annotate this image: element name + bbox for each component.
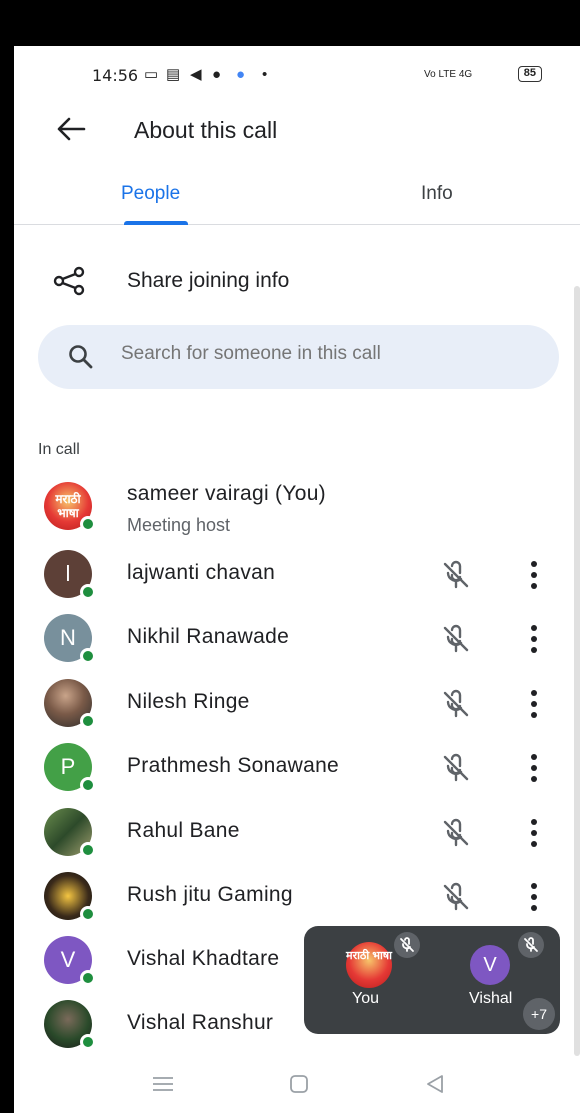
online-indicator (80, 713, 96, 729)
share-icon (53, 266, 85, 296)
app-bar: About this call (14, 104, 580, 154)
participant-row[interactable]: N Nikhil Ranawade (14, 606, 580, 670)
floating-video-panel[interactable]: मराठी भाषा You V Vishal +7 (304, 926, 560, 1034)
participant-name: Nikhil Ranawade (127, 625, 290, 648)
more-options-icon[interactable] (521, 622, 547, 656)
participant-row[interactable]: मराठी भाषा sameer vairagi (You) Meeting … (14, 474, 580, 538)
online-indicator (80, 584, 96, 600)
tile-avatar-vishal: V (470, 945, 510, 985)
more-options-icon[interactable] (521, 816, 547, 850)
status-bar: 14:56 ▭ ▤ ◀ ● ● • Vo LTE 4G 85 (14, 46, 580, 96)
tile-label-you: You (352, 990, 379, 1007)
tile-mic-off-icon (518, 932, 544, 958)
search-bar[interactable] (38, 325, 559, 389)
back-nav-icon[interactable] (420, 1072, 450, 1096)
participant-row[interactable]: l lajwanti chavan (14, 542, 580, 606)
share-joining-info-label: Share joining info (127, 269, 290, 292)
participant-role: Meeting host (127, 515, 231, 535)
online-indicator (80, 970, 96, 986)
participant-name: lajwanti chavan (127, 561, 276, 584)
tab-people[interactable]: People (121, 183, 180, 205)
section-label-in-call: In call (38, 441, 80, 458)
telegram-icon: ◀ (190, 66, 202, 83)
back-arrow-icon[interactable] (54, 114, 88, 144)
battery-indicator: 85 (517, 66, 542, 82)
online-indicator (80, 648, 96, 664)
mic-off-icon[interactable] (441, 624, 471, 654)
more-options-icon[interactable] (521, 880, 547, 914)
mic-off-icon[interactable] (441, 818, 471, 848)
page-title: About this call (134, 117, 278, 143)
tab-bar: People Info (14, 171, 580, 225)
participant-row[interactable]: Rush jitu Gaming (14, 864, 580, 928)
online-indicator (80, 906, 96, 922)
tile-label-vishal: Vishal (469, 990, 513, 1007)
search-input[interactable] (121, 343, 541, 365)
system-nav-bar (14, 1056, 580, 1113)
network-indicator: Vo LTE 4G (424, 69, 473, 80)
call-details-screen: 14:56 ▭ ▤ ◀ ● ● • Vo LTE 4G 85 About thi… (14, 46, 580, 1113)
home-icon[interactable] (284, 1072, 314, 1096)
online-indicator (80, 516, 96, 532)
more-options-icon[interactable] (521, 751, 547, 785)
participant-name: Rush jitu Gaming (127, 883, 293, 906)
participant-row[interactable]: Nilesh Ringe (14, 671, 580, 735)
participant-name: Vishal Ranshur (127, 1011, 274, 1034)
mic-off-icon[interactable] (441, 753, 471, 783)
participant-name: Vishal Khadtare (127, 947, 280, 970)
recents-icon[interactable] (148, 1072, 178, 1096)
whatsapp-icon: ● (212, 66, 222, 83)
more-participants-badge[interactable]: +7 (523, 998, 555, 1030)
mic-off-icon[interactable] (441, 560, 471, 590)
tile-mic-off-icon (394, 932, 420, 958)
news-icon: ▤ (166, 66, 181, 83)
search-icon (69, 345, 93, 369)
more-notifications-icon: • (262, 66, 268, 83)
share-joining-info-button[interactable]: Share joining info (14, 258, 580, 304)
mic-off-icon[interactable] (441, 689, 471, 719)
participant-name: Prathmesh Sonawane (127, 754, 340, 777)
more-options-icon[interactable] (521, 558, 547, 592)
participant-row[interactable]: Rahul Bane (14, 800, 580, 864)
cast-icon: ▭ (144, 66, 159, 83)
tile-avatar-you: मराठी भाषा (346, 942, 392, 988)
participant-name: sameer vairagi (You) (127, 482, 326, 505)
app-icon: ● (236, 66, 246, 83)
online-indicator (80, 842, 96, 858)
participant-name: Rahul Bane (127, 819, 240, 842)
more-options-icon[interactable] (521, 687, 547, 721)
online-indicator (80, 1034, 96, 1050)
active-tab-indicator (124, 221, 188, 225)
participant-name: Nilesh Ringe (127, 690, 250, 713)
participant-row[interactable]: P Prathmesh Sonawane (14, 735, 580, 799)
mic-off-icon[interactable] (441, 882, 471, 912)
status-time: 14:56 (92, 66, 139, 85)
online-indicator (80, 777, 96, 793)
tab-info[interactable]: Info (421, 183, 453, 205)
